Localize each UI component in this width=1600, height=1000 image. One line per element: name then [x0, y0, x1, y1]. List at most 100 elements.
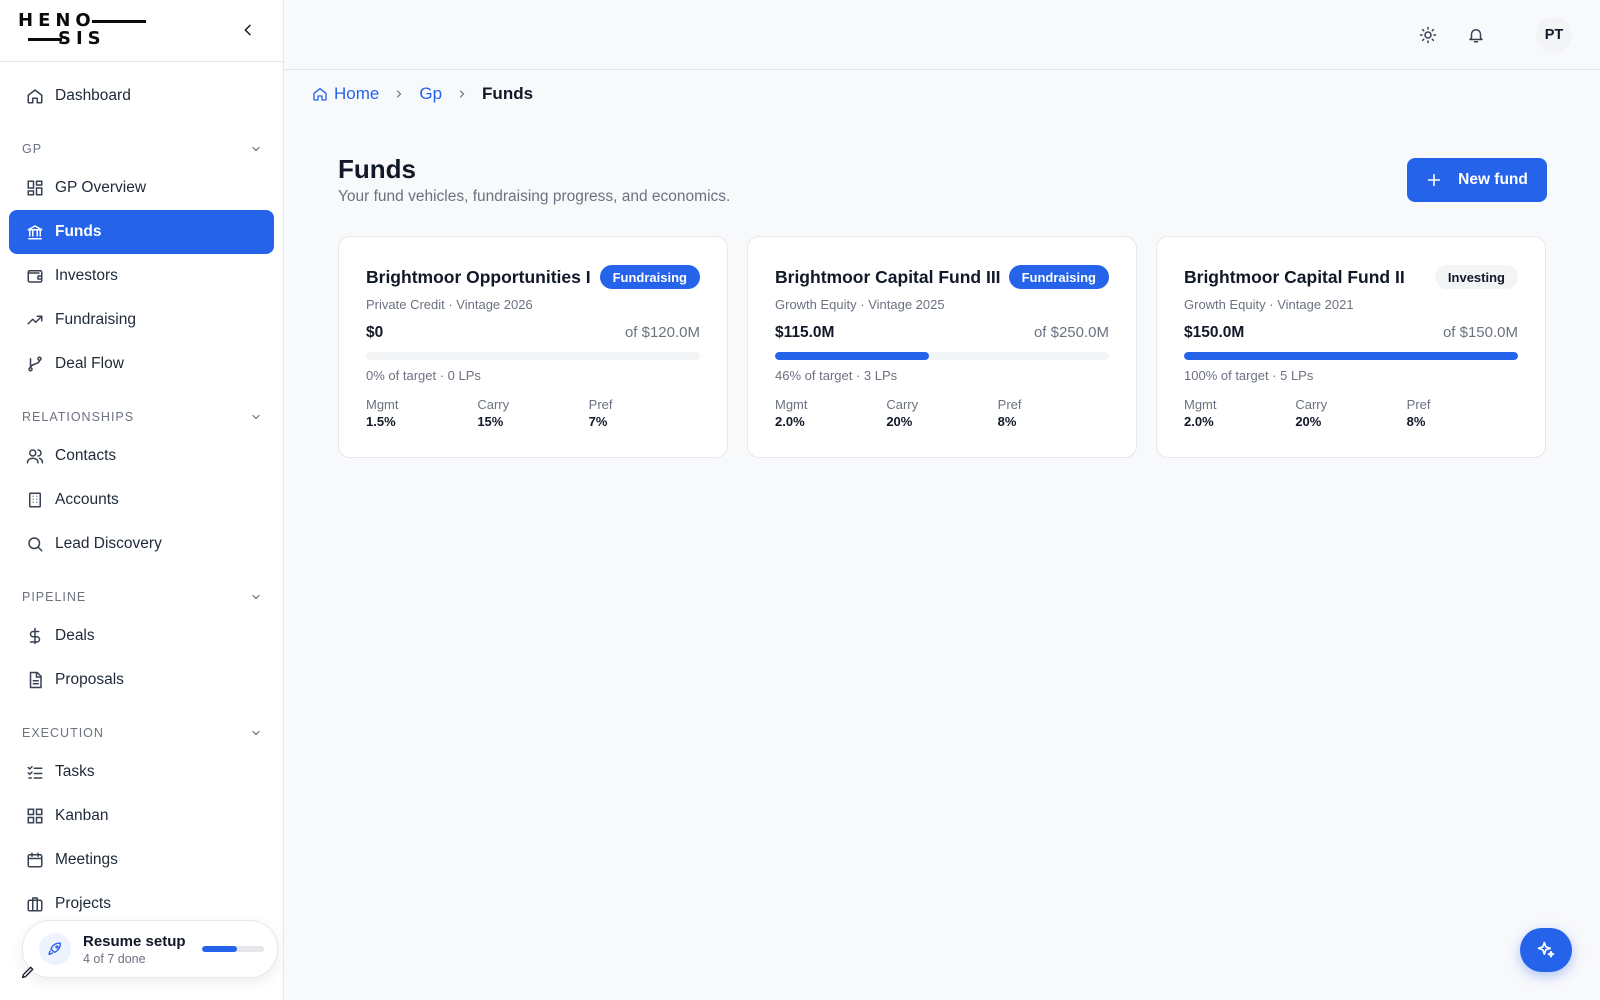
sidebar-item-gp-overview[interactable]: GP Overview: [9, 166, 274, 210]
plus-icon: [1426, 172, 1442, 188]
sidebar-item-investors[interactable]: Investors: [9, 254, 274, 298]
breadcrumb-home[interactable]: Home: [312, 84, 379, 104]
fund-meta: Growth Equity · Vintage 2025: [775, 297, 945, 312]
breadcrumb-gp[interactable]: Gp: [419, 84, 442, 104]
file-text-icon: [25, 670, 45, 690]
section-header-gp[interactable]: GP: [9, 136, 274, 162]
amount-row: $115.0M of $250.0M: [775, 324, 1109, 342]
sidebar-item-contacts[interactable]: Contacts: [9, 434, 274, 478]
econ-label: Pref: [997, 397, 1022, 412]
chevron-left-icon: [244, 24, 251, 36]
logo[interactable]: HENO SIS: [18, 10, 146, 50]
fund-raised: $150.0M: [1184, 324, 1245, 341]
status-badge: Fundraising: [599, 265, 700, 289]
fund-name: Brightmoor Capital Fund III: [775, 266, 1001, 287]
notifications-button[interactable]: [1464, 23, 1488, 47]
econ-label: Carry: [1295, 397, 1328, 412]
fund-progress-text: 0% of target · 0 LPs: [366, 368, 481, 383]
econ-label: Pref: [588, 397, 613, 412]
logo-bar: [92, 20, 146, 23]
econ-carry: Carry 15%: [477, 397, 588, 429]
fund-economics: Mgmt 2.0% Carry 20% Pref 8%: [1184, 397, 1518, 429]
fund-card-header: Brightmoor Capital Fund II Investing: [1184, 265, 1518, 289]
calendar-icon: [25, 850, 45, 870]
sidebar-item-label: Proposals: [55, 671, 124, 688]
rocket-icon: [39, 933, 71, 965]
econ-value: 8%: [1406, 414, 1426, 429]
setup-progress-text: 4 of 7 done: [83, 951, 146, 966]
avatar[interactable]: PT: [1536, 17, 1572, 53]
econ-value: 15%: [477, 414, 504, 429]
chevron-right-icon: [456, 88, 468, 100]
list-checks-icon: [25, 762, 45, 782]
sidebar-item-label: Projects: [55, 895, 111, 912]
chevron-down-icon: [246, 591, 266, 603]
fund-progress-fill: [775, 352, 929, 360]
econ-pref: Pref 8%: [998, 397, 1109, 429]
breadcrumb: Home Gp Funds: [312, 82, 533, 106]
sidebar-item-label: Kanban: [55, 807, 109, 824]
section-title: EXECUTION: [22, 726, 104, 740]
git-branch-icon: [25, 354, 45, 374]
econ-value: 1.5%: [366, 414, 396, 429]
section-header-relationships[interactable]: RELATIONSHIPS: [9, 404, 274, 430]
sidebar-item-fundraising[interactable]: Fundraising: [9, 298, 274, 342]
sidebar-nav: Dashboard GP GP Overview Funds Investors…: [0, 62, 283, 926]
sidebar-item-accounts[interactable]: Accounts: [9, 478, 274, 522]
fund-economics: Mgmt 2.0% Carry 20% Pref 8%: [775, 397, 1109, 429]
fund-progress-bar: [366, 352, 700, 360]
sidebar-item-tasks[interactable]: Tasks: [9, 750, 274, 794]
sidebar-item-lead-discovery[interactable]: Lead Discovery: [9, 522, 274, 566]
fund-target: of $250.0M: [1033, 324, 1109, 341]
chevron-down-icon: [246, 411, 266, 423]
sidebar-item-kanban[interactable]: Kanban: [9, 794, 274, 838]
econ-carry: Carry 20%: [1295, 397, 1406, 429]
econ-pref: Pref 7%: [589, 397, 700, 429]
fund-card[interactable]: Brightmoor Capital Fund II Investing Gro…: [1156, 236, 1546, 458]
theme-toggle-button[interactable]: [1416, 23, 1440, 47]
pencil-icon[interactable]: [20, 964, 36, 980]
logo-bar: [28, 38, 62, 41]
econ-label: Pref: [1406, 397, 1431, 412]
econ-label: Mgmt: [366, 397, 399, 412]
section-header-pipeline[interactable]: PIPELINE: [9, 584, 274, 610]
fund-cards: Brightmoor Opportunities I Fundraising P…: [338, 236, 1546, 458]
briefcase-icon: [25, 894, 45, 914]
layout-grid-icon: [25, 806, 45, 826]
wallet-icon: [25, 266, 45, 286]
fund-card-header: Brightmoor Opportunities I Fundraising: [366, 265, 700, 289]
sidebar-item-proposals[interactable]: Proposals: [9, 658, 274, 702]
sidebar-item-label: Lead Discovery: [55, 535, 162, 552]
econ-label: Carry: [477, 397, 510, 412]
ai-assistant-button[interactable]: [1520, 928, 1572, 972]
sparkles-icon: [1537, 941, 1555, 958]
fund-card[interactable]: Brightmoor Opportunities I Fundraising P…: [338, 236, 728, 458]
sidebar-item-deals[interactable]: Deals: [9, 614, 274, 658]
sidebar-item-label: Investors: [55, 267, 118, 284]
bell-icon: [1469, 29, 1483, 43]
bank-icon: [25, 222, 45, 242]
sidebar-item-label: Tasks: [55, 763, 95, 780]
home-icon: [312, 86, 328, 102]
sidebar-item-funds[interactable]: Funds: [9, 210, 274, 254]
fund-meta: Growth Equity · Vintage 2021: [1184, 297, 1354, 312]
chevron-down-icon: [246, 727, 266, 739]
econ-carry: Carry 20%: [886, 397, 997, 429]
section-header-execution[interactable]: EXECUTION: [9, 720, 274, 746]
sidebar-item-label: Funds: [55, 223, 102, 240]
sidebar-item-dashboard[interactable]: Dashboard: [9, 74, 274, 118]
econ-value: 20%: [886, 414, 913, 429]
resume-setup-card[interactable]: Resume setup 4 of 7 done: [22, 920, 278, 978]
sidebar-item-deal-flow[interactable]: Deal Flow: [9, 342, 274, 386]
sidebar-item-meetings[interactable]: Meetings: [9, 838, 274, 882]
setup-progress-fill: [201, 946, 237, 952]
fund-card[interactable]: Brightmoor Capital Fund III Fundraising …: [747, 236, 1137, 458]
collapse-sidebar-button[interactable]: [236, 18, 260, 42]
fund-target: of $120.0M: [624, 324, 700, 341]
sidebar-item-label: GP Overview: [55, 179, 147, 196]
fund-progress-fill: [1184, 352, 1518, 360]
breadcrumb-home-label: Home: [334, 84, 380, 103]
amount-row: $150.0M of $150.0M: [1184, 324, 1518, 342]
chevron-right-icon: [393, 88, 405, 100]
new-fund-button[interactable]: New fund: [1407, 158, 1547, 202]
